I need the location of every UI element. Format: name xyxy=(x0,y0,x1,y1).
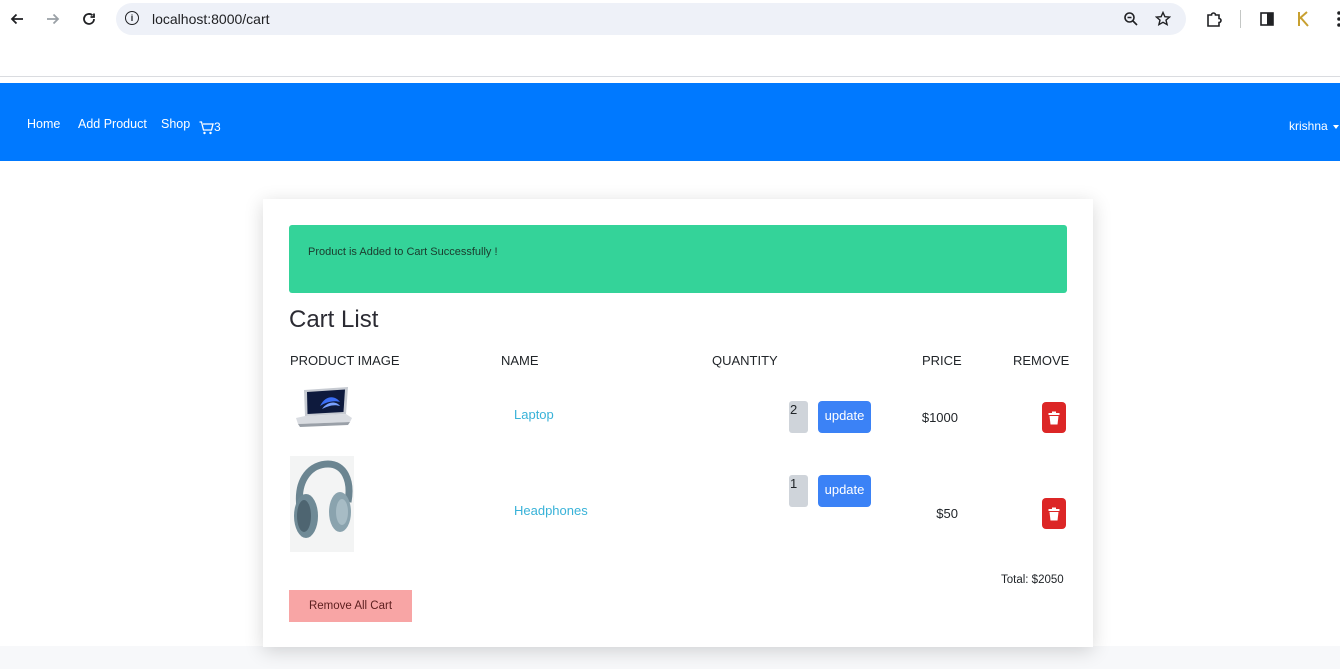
info-icon[interactable]: i xyxy=(125,11,139,25)
cart-card: Product is Added to Cart Successfully ! … xyxy=(263,199,1093,647)
nav-link-home[interactable]: Home xyxy=(27,117,60,131)
cart-total: Total: $2050 xyxy=(1001,574,1064,586)
browser-toolbar: i localhost:8000/cart xyxy=(0,0,1340,76)
more-icon[interactable] xyxy=(1326,6,1340,32)
header-remove: REMOVE xyxy=(1013,353,1070,368)
side-panel-icon[interactable] xyxy=(1254,6,1280,32)
nav-link-add-product[interactable]: Add Product xyxy=(78,117,147,131)
laptop-image xyxy=(290,384,354,430)
product-name-link[interactable]: Headphones xyxy=(514,503,588,518)
cart-count-badge[interactable]: 3 xyxy=(214,120,221,134)
remove-item-button[interactable] xyxy=(1042,498,1066,529)
success-alert: Product is Added to Cart Successfully ! xyxy=(289,225,1067,293)
header-price: PRICE xyxy=(922,353,962,368)
page-title: Cart List xyxy=(289,306,379,333)
product-price: $50 xyxy=(936,506,958,521)
header-quantity: QUANTITY xyxy=(712,353,778,368)
product-price: $1000 xyxy=(921,410,958,425)
star-icon[interactable] xyxy=(1150,6,1176,32)
product-name-link[interactable]: Laptop xyxy=(514,407,554,422)
profile-icon[interactable] xyxy=(1290,6,1316,32)
forward-arrow-icon[interactable] xyxy=(40,6,66,32)
update-button[interactable]: update xyxy=(818,475,871,507)
cart-icon[interactable] xyxy=(199,120,214,139)
url-text: localhost:8000/cart xyxy=(152,11,270,27)
zoom-icon[interactable] xyxy=(1118,6,1144,32)
toolbar-border xyxy=(0,76,1340,77)
extensions-icon[interactable] xyxy=(1201,6,1227,32)
chevron-down-icon[interactable] xyxy=(1333,125,1339,129)
toolbar-divider xyxy=(1240,10,1241,28)
header-name: NAME xyxy=(501,353,539,368)
update-button[interactable]: update xyxy=(818,401,871,433)
trash-icon xyxy=(1048,411,1060,424)
quantity-input[interactable]: 2 xyxy=(789,401,808,433)
user-menu[interactable]: krishna xyxy=(1289,119,1328,133)
address-bar[interactable]: i localhost:8000/cart xyxy=(116,3,1186,35)
reload-icon[interactable] xyxy=(76,6,102,32)
navbar: Home Add Product Shop 3 krishna xyxy=(0,83,1340,161)
nav-link-shop[interactable]: Shop xyxy=(161,117,190,131)
alert-message: Product is Added to Cart Successfully ! xyxy=(308,246,498,258)
back-arrow-icon[interactable] xyxy=(4,6,30,32)
remove-item-button[interactable] xyxy=(1042,402,1066,433)
remove-all-cart-button[interactable]: Remove All Cart xyxy=(289,590,412,622)
trash-icon xyxy=(1048,507,1060,520)
header-product-image: PRODUCT IMAGE xyxy=(290,353,400,368)
quantity-input[interactable]: 1 xyxy=(789,475,808,507)
page-footer-area xyxy=(0,646,1340,669)
headphones-image xyxy=(290,456,354,552)
